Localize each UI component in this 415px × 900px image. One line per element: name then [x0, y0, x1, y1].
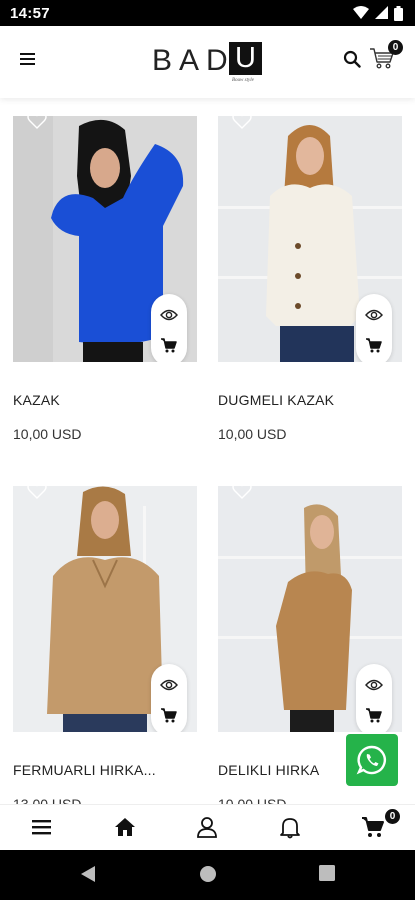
product-price: 10,00 USD	[218, 426, 287, 442]
whatsapp-button[interactable]	[346, 734, 398, 786]
product-actions	[356, 294, 392, 362]
heart-icon[interactable]	[27, 486, 47, 500]
product-actions	[151, 664, 187, 732]
product-card[interactable]: KAZAK 10,00 USD	[13, 116, 197, 442]
menu-icon	[20, 53, 35, 55]
product-name[interactable]: FERMUARLI HIRKA...	[13, 762, 197, 778]
product-card[interactable]: FERMUARLI HIRKA... 13,00 USD	[13, 486, 197, 804]
status-bar: 14:57	[0, 0, 415, 26]
eye-icon	[160, 309, 178, 321]
quick-view-button[interactable]	[159, 305, 179, 325]
product-price: 13,00 USD	[13, 796, 82, 804]
product-price: 10,00 USD	[13, 426, 82, 442]
add-to-cart-button[interactable]	[364, 335, 384, 355]
product-image[interactable]	[218, 486, 402, 732]
whatsapp-icon	[356, 745, 386, 775]
user-icon[interactable]	[195, 815, 219, 839]
add-to-cart-button[interactable]	[159, 335, 179, 355]
quick-view-button[interactable]	[364, 675, 384, 695]
bell-icon[interactable]	[278, 815, 302, 839]
product-card[interactable]: DUGMELI KAZAK 10,00 USD	[218, 116, 402, 442]
add-to-cart-button[interactable]	[364, 705, 384, 725]
product-actions	[356, 664, 392, 732]
search-icon[interactable]	[343, 50, 361, 68]
product-grid: KAZAK 10,00 USD DUGMELI KAZAK 10,00 USD …	[0, 98, 415, 804]
status-icons	[353, 5, 403, 21]
eye-icon	[365, 679, 383, 691]
heart-icon[interactable]	[27, 116, 47, 130]
bottom-nav: 0	[0, 804, 415, 850]
cart-count-badge: 0	[385, 809, 400, 824]
menu-icon[interactable]	[30, 815, 54, 839]
product-image[interactable]	[13, 486, 197, 732]
cart-icon	[161, 707, 177, 722]
product-name[interactable]: DUGMELI KAZAK	[218, 392, 402, 408]
product-name[interactable]: KAZAK	[13, 392, 197, 408]
wifi-icon	[353, 6, 369, 19]
product-actions	[151, 294, 187, 362]
recents-icon[interactable]	[319, 865, 335, 881]
signal-icon	[375, 6, 388, 19]
product-image[interactable]	[13, 116, 197, 362]
quick-view-button[interactable]	[364, 305, 384, 325]
add-to-cart-button[interactable]	[159, 705, 179, 725]
home-button-icon[interactable]	[199, 865, 217, 883]
logo-text: BAD	[152, 44, 235, 77]
eye-icon	[365, 309, 383, 321]
heart-icon[interactable]	[232, 116, 252, 130]
system-nav-bar	[0, 850, 415, 900]
cart-icon	[366, 707, 382, 722]
brand-logo[interactable]: BAD U Bouw style	[152, 42, 264, 86]
home-icon[interactable]	[113, 815, 137, 839]
cart-icon	[366, 337, 382, 352]
logo-box-letter: U	[229, 42, 262, 75]
product-price: 10,00 USD	[218, 796, 287, 804]
cart-icon[interactable]	[361, 815, 385, 839]
eye-icon	[160, 679, 178, 691]
app-screen: 14:57 BAD U Bouw style 0 KAZAK 10,00 USD…	[0, 0, 415, 900]
battery-icon	[394, 5, 403, 21]
menu-button[interactable]	[16, 48, 38, 70]
back-icon[interactable]	[80, 865, 96, 883]
cart-icon	[161, 337, 177, 352]
logo-tagline: Bouw style	[232, 78, 254, 83]
quick-view-button[interactable]	[159, 675, 179, 695]
cart-count-badge: 0	[388, 40, 403, 55]
app-header: BAD U Bouw style 0	[0, 26, 415, 98]
product-image[interactable]	[218, 116, 402, 362]
status-time: 14:57	[10, 4, 50, 22]
heart-icon[interactable]	[232, 486, 252, 500]
